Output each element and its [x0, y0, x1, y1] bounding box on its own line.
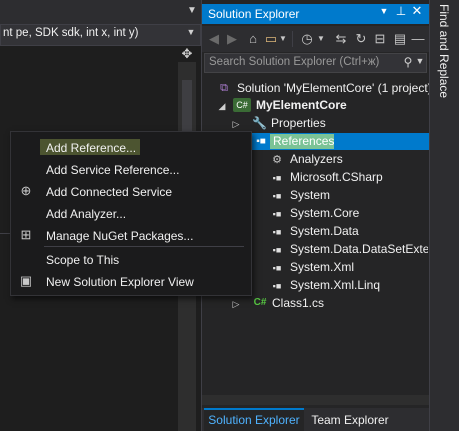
properties-icon[interactable]: — [410, 30, 426, 48]
assembly-reference-icon: ▪■ [272, 191, 282, 201]
editor-top-strip [0, 0, 201, 24]
search-icon[interactable]: ⚲ [402, 55, 414, 71]
tree-ref-item[interactable]: System.Xml [290, 259, 425, 275]
assembly-reference-icon: ▪■ [272, 173, 282, 183]
panel-title: Solution Explorer [208, 7, 300, 21]
analyzers-icon: ⚙ [272, 154, 282, 166]
tree-project[interactable]: MyElementCore [256, 97, 426, 113]
csharp-file-icon: C# [253, 297, 267, 308]
menu-item-label: New Solution Explorer View [46, 275, 194, 289]
pin-icon[interactable]: ⊥ [394, 4, 408, 20]
solution-explorer-scrollbar[interactable] [202, 395, 429, 405]
connected-service-icon: ⊕ [20, 183, 32, 198]
menu-item-label: Add Connected Service [46, 185, 173, 199]
wrench-icon: 🔧 [252, 116, 267, 130]
tree-ref-item[interactable]: System.Xml.Linq [290, 277, 425, 293]
assembly-reference-icon: ▪■ [272, 281, 282, 291]
chevron-down-icon[interactable]: ▼ [184, 27, 198, 43]
menu-item-label: Add Reference... [46, 141, 137, 155]
pending-changes-icon[interactable]: ◷ [298, 30, 316, 48]
menu-item-label: Manage NuGet Packages... [46, 229, 194, 243]
refresh-icon[interactable]: ↻ [352, 30, 370, 48]
show-all-files-icon[interactable]: ▤ [392, 30, 408, 48]
chevron-down-icon[interactable]: ▼ [415, 56, 425, 70]
menu-item-label: Add Service Reference... [46, 163, 180, 177]
tree-ref-item[interactable]: System.Data.DataSetExtens [290, 241, 428, 257]
window-position-icon[interactable]: ▼ [378, 6, 390, 20]
collapsed-caret-icon[interactable]: ▷ [231, 297, 241, 311]
search-input[interactable]: Search Solution Explorer (Ctrl+ж) [209, 56, 399, 70]
tree-ref-item[interactable]: Analyzers [290, 151, 425, 167]
assembly-reference-icon: ▪■ [272, 263, 282, 273]
nuget-icon: ⊞ [20, 227, 32, 242]
assembly-reference-icon: ▪■ [272, 227, 282, 237]
collapse-all-icon[interactable]: ⊟ [372, 30, 388, 48]
csharp-project-icon: C# [233, 98, 251, 112]
tree-ref-item[interactable]: Microsoft.CSharp [290, 169, 425, 185]
tab-find-and-replace[interactable]: Find and Replace [430, 4, 458, 124]
chevron-down-icon[interactable]: ▼ [185, 5, 199, 19]
sync-icon[interactable]: ⇆ [332, 30, 350, 48]
tree-solution[interactable]: Solution 'MyElementCore' (1 project) [237, 80, 429, 96]
references-icon: ▪■ [256, 136, 266, 147]
tree-ref-item[interactable]: System.Data [290, 223, 425, 239]
tab-team-explorer[interactable]: Team Explorer [306, 408, 394, 431]
menu-item-label: Add Analyzer... [46, 207, 127, 221]
chevron-down-icon[interactable]: ▼ [316, 30, 326, 48]
chevron-down-icon[interactable]: ▼ [278, 30, 288, 48]
menu-separator [44, 246, 244, 247]
assembly-reference-icon: ▪■ [272, 245, 282, 255]
expanded-caret-icon[interactable]: ◢ [217, 99, 227, 113]
forward-icon[interactable]: ▶ [224, 30, 240, 48]
tree-class-file[interactable]: Class1.cs [272, 295, 422, 311]
collapsed-caret-icon[interactable]: ▷ [231, 117, 241, 131]
tree-properties[interactable]: Properties [271, 115, 421, 131]
home-icon[interactable]: ⌂ [244, 30, 262, 48]
back-icon[interactable]: ◀ [206, 30, 222, 48]
close-icon[interactable]: ✕ [410, 3, 424, 19]
split-handle-icon[interactable]: ✥ [178, 46, 196, 62]
tree-ref-item[interactable]: System.Core [290, 205, 425, 221]
tree-references[interactable]: References [273, 133, 423, 149]
assembly-reference-icon: ▪■ [272, 209, 282, 219]
folder-view-icon[interactable]: ▭ [264, 30, 278, 48]
menu-item-label: Scope to This [46, 253, 120, 267]
tree-ref-item[interactable]: System [290, 187, 425, 203]
toolbar-divider [292, 31, 293, 47]
solution-icon: ⧉ [220, 82, 228, 94]
tab-solution-explorer[interactable]: Solution Explorer [204, 408, 304, 431]
new-view-icon: ▣ [19, 273, 33, 288]
member-dropdown-value: nt pe, SDK sdk, int x, int y) [3, 27, 139, 39]
